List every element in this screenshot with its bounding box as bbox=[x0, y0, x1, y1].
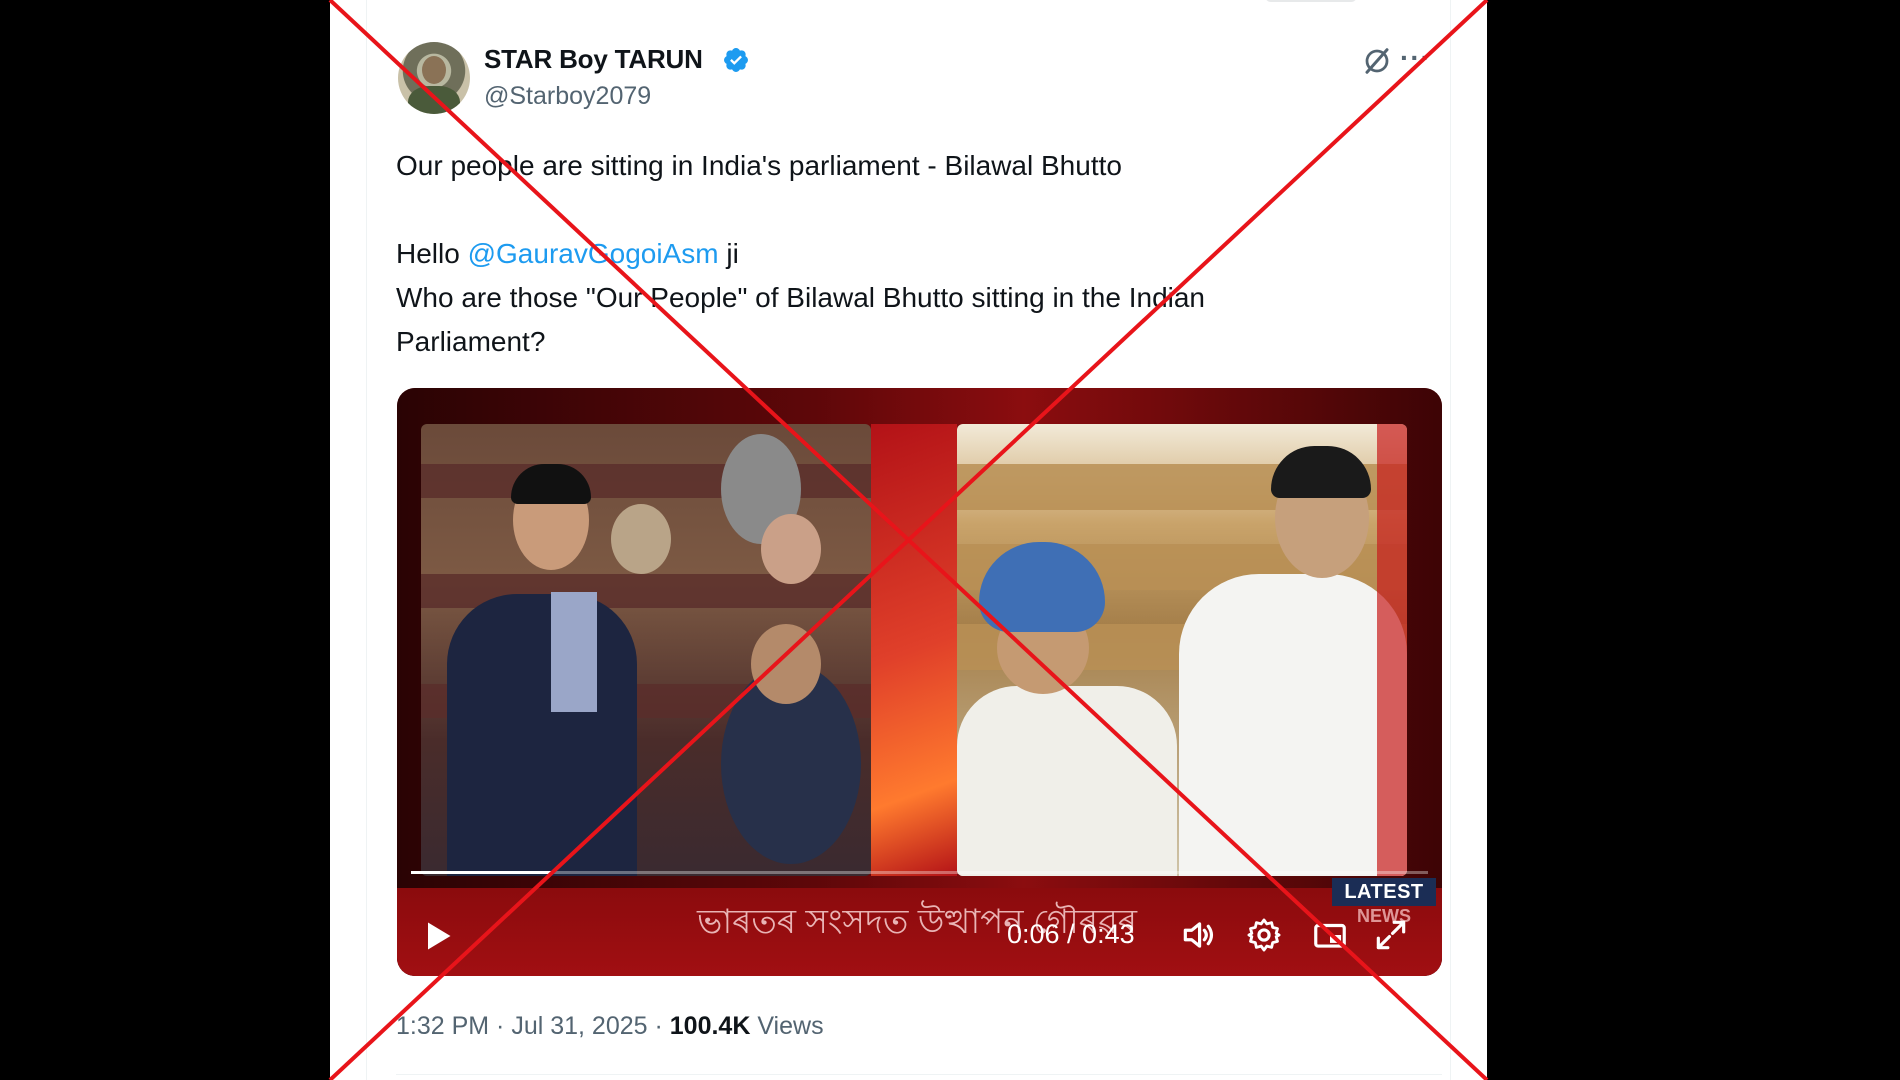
tweet-text-line3: Who are those "Our People" of Bilawal Bh… bbox=[396, 282, 1206, 313]
tweet-text-line4: Parliament? bbox=[396, 326, 546, 357]
tweet-card: STAR Boy TARUN @Starboy2079 ··· Our peop… bbox=[330, 0, 1487, 1080]
tweet-text-line2: Hello @GauravGogoiAsm ji bbox=[396, 236, 739, 272]
grok-icon[interactable] bbox=[1362, 46, 1392, 76]
standing-speaker-hair bbox=[1271, 446, 1371, 498]
views-label: Views bbox=[750, 1012, 824, 1040]
video-player[interactable]: ভাৰতৰ সংসদত উত্থাপন গৌৰৱৰ LATEST NEWS 0:… bbox=[397, 388, 1442, 976]
settings-icon[interactable] bbox=[1245, 916, 1283, 954]
play-icon[interactable] bbox=[419, 918, 455, 954]
more-icon[interactable]: ··· bbox=[1400, 42, 1431, 74]
speaker-shirt bbox=[551, 592, 597, 712]
verified-badge-icon bbox=[724, 48, 748, 72]
top-pill bbox=[1265, 0, 1357, 2]
author-handle[interactable]: @Starboy2079 bbox=[484, 82, 651, 111]
frame-red-edge bbox=[1377, 424, 1407, 876]
background-person bbox=[761, 514, 821, 584]
background-person bbox=[751, 624, 821, 704]
video-progress-fill bbox=[411, 871, 554, 874]
tweet-text-line1: Our people are sitting in India's parlia… bbox=[396, 150, 1122, 181]
avatar-face bbox=[422, 56, 446, 84]
meta-separator: · bbox=[647, 1012, 670, 1040]
tweet-text-ji: ji bbox=[718, 238, 739, 269]
tweet-text-hello: Hello bbox=[396, 238, 468, 269]
tweet-meta: 1:32 PM · Jul 31, 2025 · 100.4K Views bbox=[396, 1012, 824, 1041]
avatar[interactable] bbox=[398, 42, 470, 114]
background-person bbox=[611, 504, 671, 574]
video-progress-bar[interactable] bbox=[411, 871, 1428, 874]
author-display-name[interactable]: STAR Boy TARUN bbox=[484, 44, 703, 75]
video-center-graphic bbox=[871, 424, 957, 876]
latest-news-badge: LATEST bbox=[1332, 878, 1436, 906]
avatar-shirt bbox=[408, 86, 460, 114]
tweet-date[interactable]: Jul 31, 2025 bbox=[511, 1012, 647, 1040]
divider bbox=[396, 1074, 1442, 1075]
video-time-display: 0:06 / 0:43 bbox=[1007, 919, 1135, 949]
tweet-time[interactable]: 1:32 PM bbox=[396, 1012, 489, 1040]
pip-icon[interactable] bbox=[1311, 916, 1349, 954]
volume-icon[interactable] bbox=[1179, 916, 1217, 954]
video-left-frame bbox=[421, 424, 871, 876]
mention-link[interactable]: @GauravGogoiAsm bbox=[468, 238, 719, 269]
standing-speaker-shirt bbox=[1179, 574, 1407, 876]
seated-man-body bbox=[957, 686, 1177, 876]
fullscreen-icon[interactable] bbox=[1372, 916, 1410, 954]
video-right-frame bbox=[957, 424, 1407, 876]
bench-row bbox=[421, 464, 871, 498]
meta-separator: · bbox=[489, 1012, 512, 1040]
speaker-suit bbox=[447, 594, 637, 876]
views-count: 100.4K bbox=[669, 1012, 751, 1040]
